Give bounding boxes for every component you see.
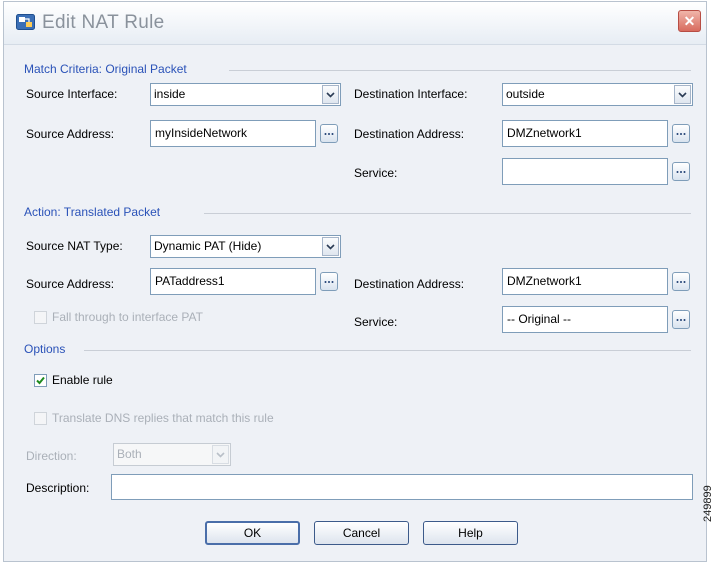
translated-source-address-label: Source Address: [26,277,115,291]
window-title: Edit NAT Rule [42,12,165,33]
source-interface-label: Source Interface: [26,87,118,101]
chevron-down-icon[interactable] [322,237,339,256]
options-section-divider [84,350,691,351]
close-button[interactable]: ✕ [678,10,701,32]
match-section-divider [229,70,691,71]
source-nat-type-label: Source NAT Type: [26,239,123,253]
ellipsis-icon [324,280,334,283]
destination-address-field[interactable]: DMZnetwork1 [502,120,668,147]
fall-through-label: Fall through to interface PAT [52,310,203,324]
translated-service-label: Service: [354,315,398,329]
ellipsis-icon [676,318,686,321]
source-address-value: myInsideNetwork [155,126,248,140]
source-nat-type-select[interactable]: Dynamic PAT (Hide) [150,235,341,258]
action-section-divider [204,213,691,214]
direction-select[interactable]: Both [113,443,231,466]
translated-source-address-browse-button[interactable] [320,272,338,291]
translate-dns-label: Translate DNS replies that match this ru… [52,411,274,425]
destination-address-browse-button[interactable] [672,124,690,143]
app-icon [16,14,35,30]
translated-service-field[interactable]: -- Original -- [502,306,668,333]
close-icon: ✕ [683,13,696,29]
options-section-title: Options [24,342,66,356]
translated-source-address-field[interactable]: PATaddress1 [150,268,316,295]
help-button[interactable]: Help [423,521,518,545]
service-label: Service: [354,166,398,180]
description-field[interactable] [111,474,693,500]
description-label: Description: [26,481,90,495]
cancel-button[interactable]: Cancel [314,521,409,545]
source-address-browse-button[interactable] [320,124,338,143]
ok-button[interactable]: OK [205,521,300,545]
source-address-label: Source Address: [26,127,115,141]
direction-value: Both [117,447,142,461]
translated-source-address-value: PATaddress1 [155,274,225,288]
translated-destination-address-browse-button[interactable] [672,272,690,291]
service-browse-button[interactable] [672,162,690,181]
destination-interface-label: Destination Interface: [354,87,468,101]
edit-nat-rule-dialog: Edit NAT Rule ✕ Match Criteria: Original… [3,1,707,562]
chevron-down-icon[interactable] [674,85,691,104]
translated-destination-address-label: Destination Address: [354,277,465,291]
translated-service-browse-button[interactable] [672,310,690,329]
ellipsis-icon [324,132,334,135]
source-address-field[interactable]: myInsideNetwork [150,120,316,147]
translated-service-value: -- Original -- [507,312,572,326]
source-interface-select[interactable]: inside [150,83,341,106]
translated-destination-address-value: DMZnetwork1 [507,274,582,288]
source-interface-value: inside [154,87,186,101]
source-nat-type-value: Dynamic PAT (Hide) [154,239,262,253]
enable-rule-checkbox[interactable] [34,374,47,387]
ellipsis-icon [676,132,686,135]
destination-address-value: DMZnetwork1 [507,126,582,140]
destination-interface-value: outside [506,87,545,101]
direction-label: Direction: [26,449,77,463]
service-field[interactable] [502,158,668,185]
match-section-title: Match Criteria: Original Packet [24,62,187,76]
chevron-down-icon[interactable] [322,85,339,104]
destination-interface-select[interactable]: outside [502,83,693,106]
fall-through-checkbox[interactable] [34,311,47,324]
action-section-title: Action: Translated Packet [24,205,161,219]
title-bar: Edit NAT Rule ✕ [4,2,706,45]
figure-id: 249899 [702,485,714,522]
enable-rule-label: Enable rule [52,373,113,387]
translated-destination-address-field[interactable]: DMZnetwork1 [502,268,668,295]
ellipsis-icon [676,170,686,173]
destination-address-label: Destination Address: [354,127,465,141]
chevron-down-icon[interactable] [212,445,229,464]
ellipsis-icon [676,280,686,283]
translate-dns-checkbox[interactable] [34,412,47,425]
check-icon [36,376,45,385]
